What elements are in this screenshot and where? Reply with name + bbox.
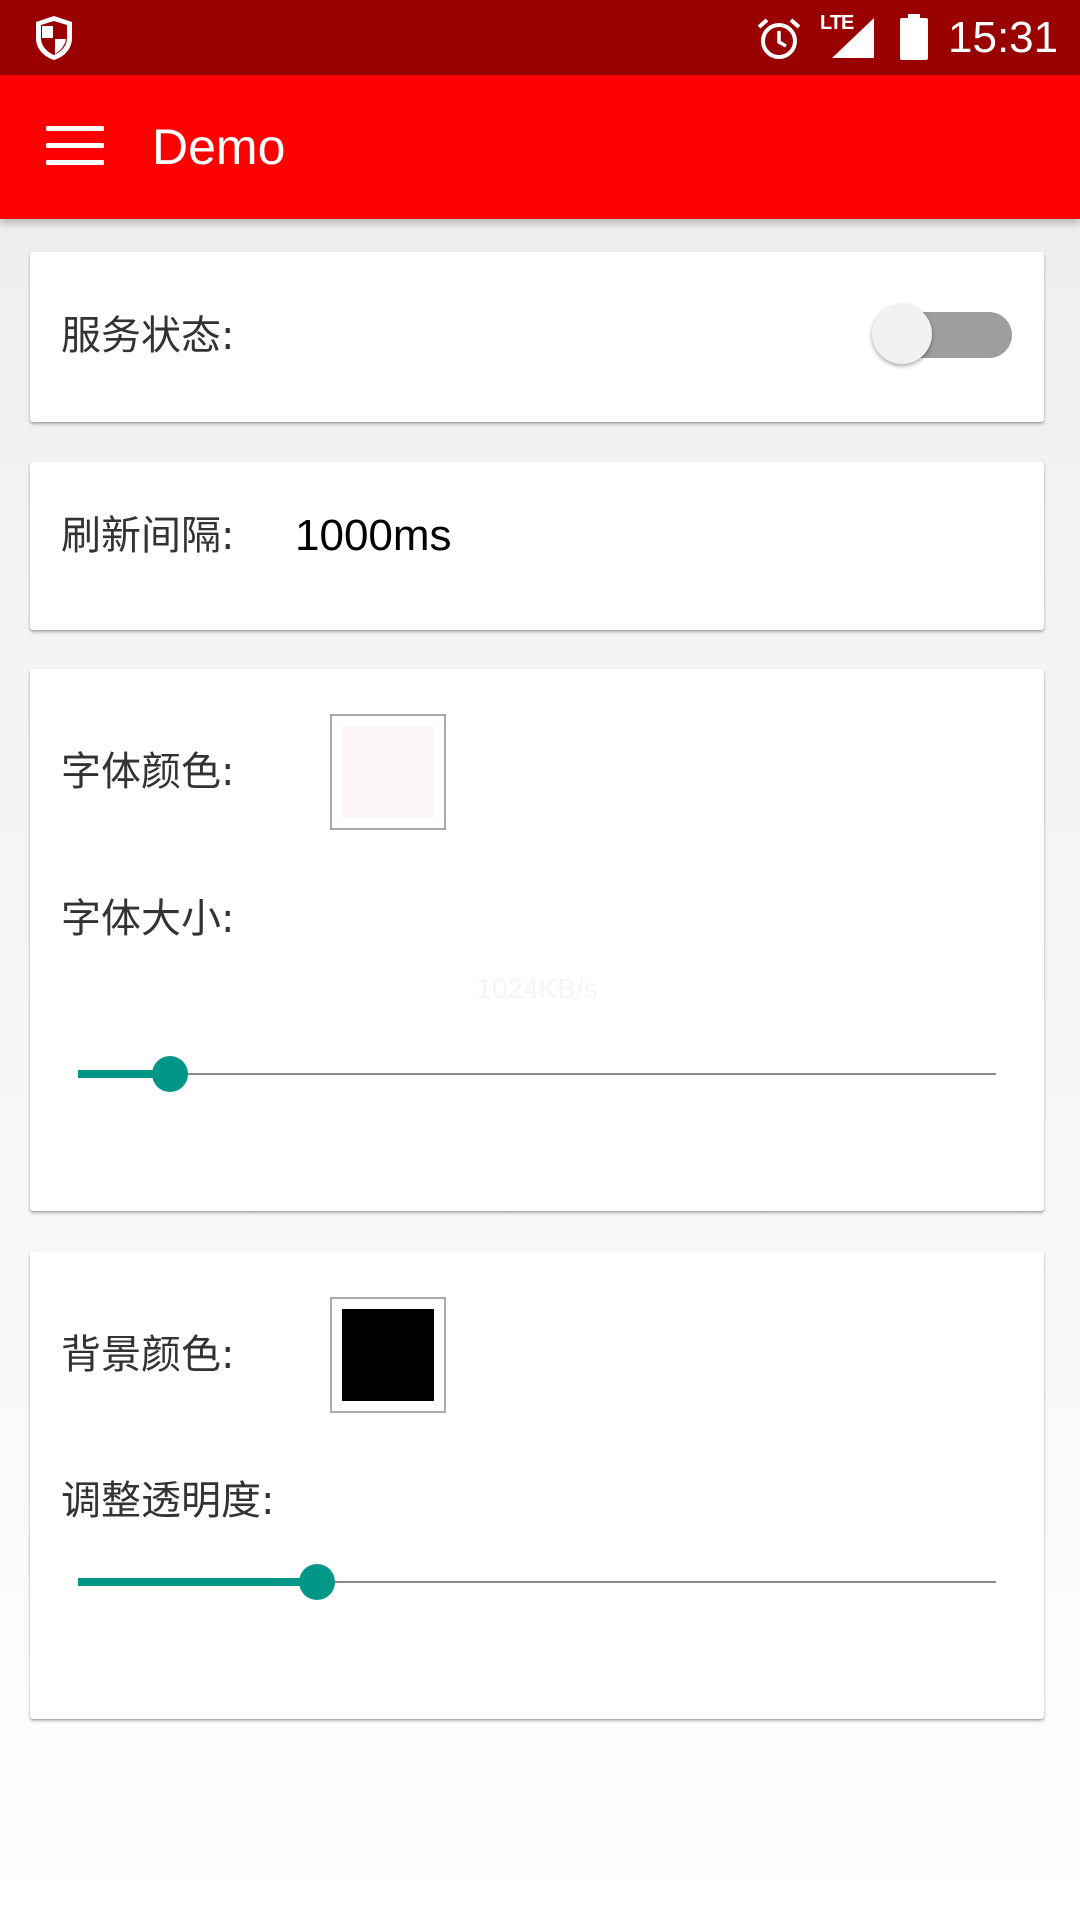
font-settings-card: 字体颜色: 字体大小: 1024KB/s	[30, 669, 1044, 1211]
font-color-label: 字体颜色:	[61, 749, 235, 795]
font-color-swatch[interactable]	[330, 714, 446, 830]
refresh-interval-label: 刷新间隔:	[61, 513, 235, 559]
font-size-slider[interactable]	[78, 1054, 996, 1094]
signal-icon	[832, 18, 874, 58]
alpha-slider[interactable]	[78, 1562, 996, 1602]
refresh-interval-card: 刷新间隔: 1000ms	[30, 462, 1044, 630]
refresh-interval-value[interactable]: 1000ms	[295, 510, 452, 562]
background-color-fill	[342, 1309, 434, 1401]
font-size-label: 字体大小:	[61, 896, 235, 942]
slider-track	[78, 1073, 996, 1075]
background-color-label: 背景颜色:	[61, 1332, 235, 1378]
alarm-icon	[757, 18, 801, 59]
slider-active-track	[78, 1578, 317, 1586]
hamburger-menu-icon[interactable]	[46, 126, 104, 168]
background-settings-card: 背景颜色: 调整透明度:	[30, 1251, 1044, 1719]
slider-thumb[interactable]	[151, 1056, 188, 1092]
status-bar: LTE 15:31	[0, 0, 1080, 75]
service-status-label: 服务状态:	[61, 313, 235, 359]
alpha-label: 调整透明度:	[61, 1478, 275, 1524]
slider-thumb[interactable]	[298, 1564, 335, 1600]
status-time: 15:31	[948, 13, 1059, 62]
app-title: Demo	[152, 119, 286, 175]
switch-thumb[interactable]	[872, 304, 932, 364]
shield-icon	[36, 16, 72, 60]
battery-icon	[900, 14, 928, 60]
service-status-card: 服务状态:	[30, 252, 1044, 422]
app-bar: Demo	[0, 75, 1080, 219]
font-preview-text: 1024KB/s	[476, 973, 598, 1004]
background-color-swatch[interactable]	[330, 1297, 446, 1413]
font-color-fill	[342, 726, 434, 818]
